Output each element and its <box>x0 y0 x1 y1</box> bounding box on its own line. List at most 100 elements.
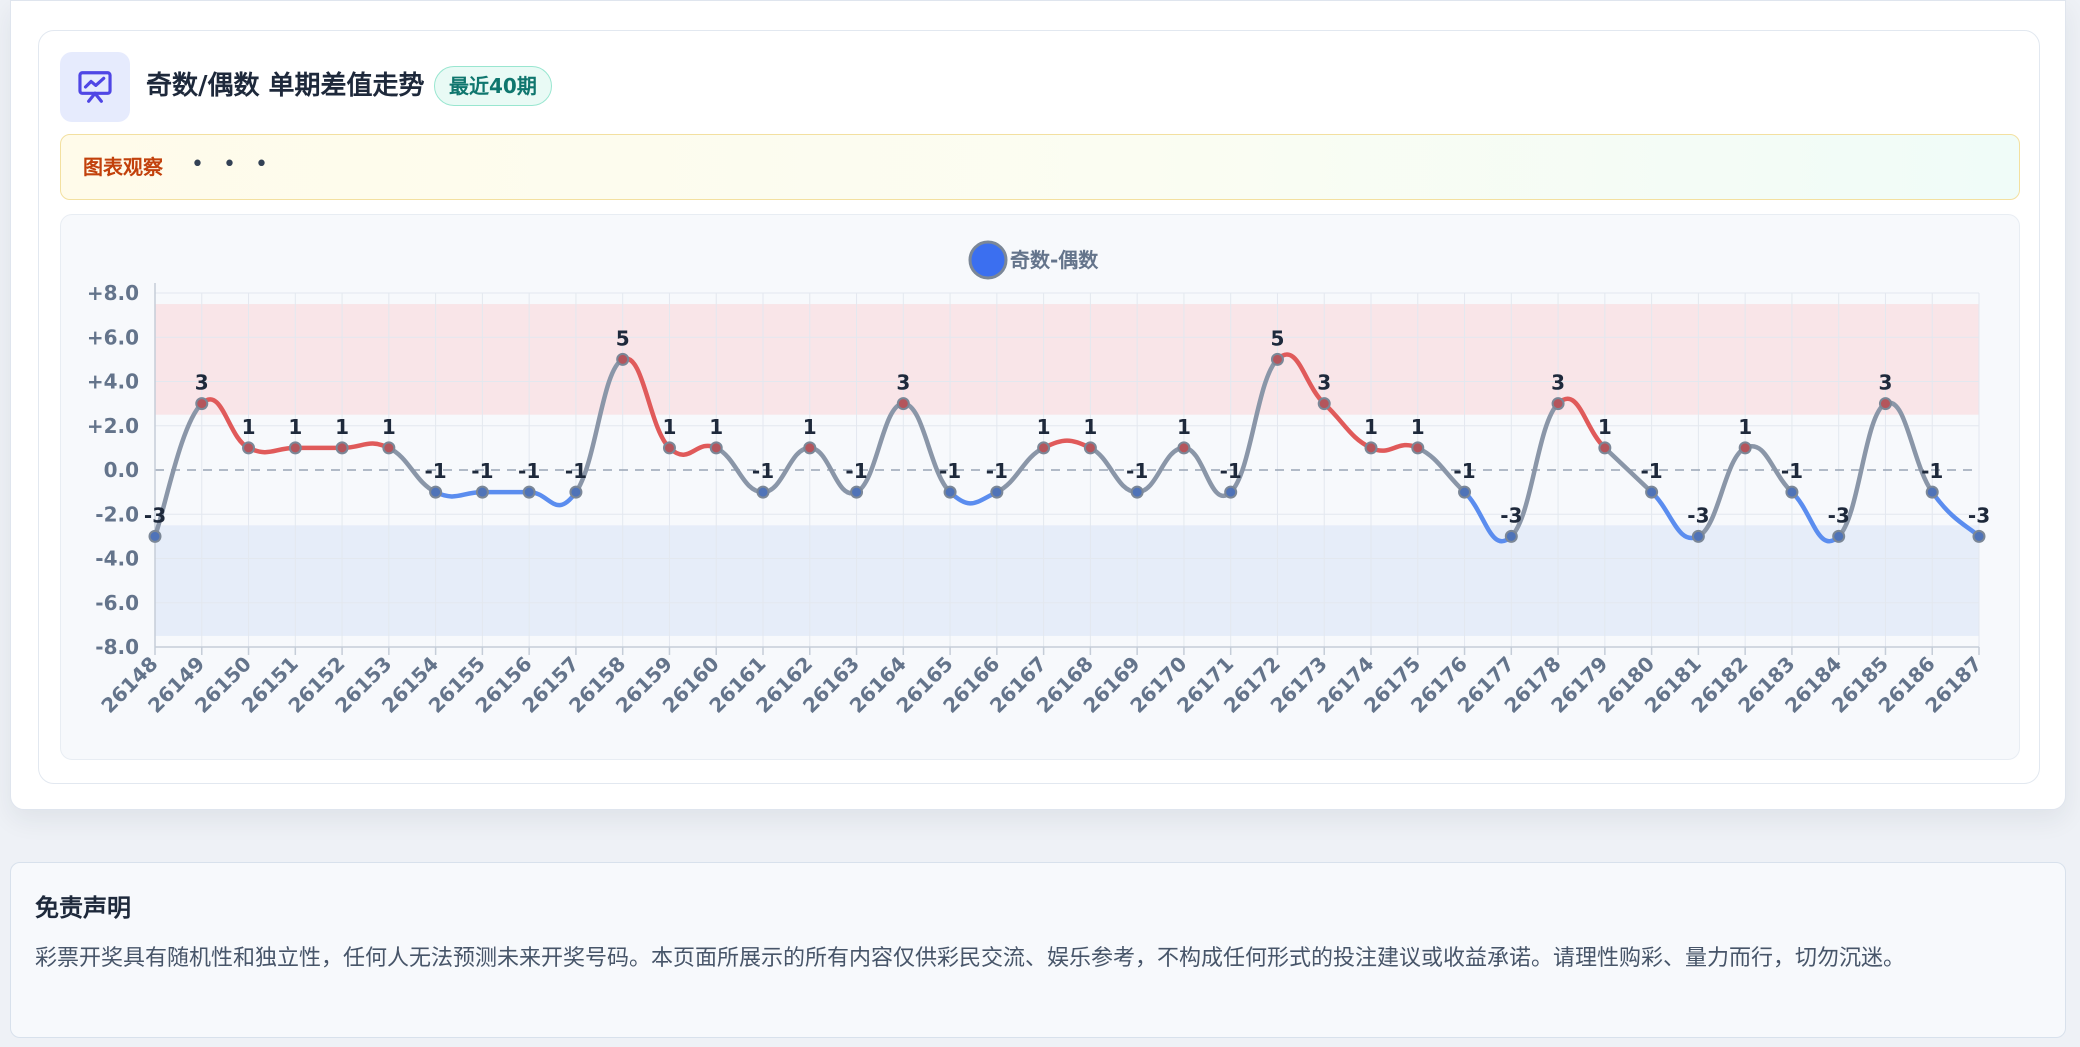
data-point <box>1458 485 1472 499</box>
data-point <box>1177 441 1191 455</box>
data-label: -1 <box>1126 459 1148 483</box>
range-band-1 <box>155 525 1979 636</box>
data-point <box>1832 529 1846 543</box>
data-label: -3 <box>1500 503 1522 527</box>
range-band-0 <box>155 304 1979 415</box>
legend-marker <box>968 240 1008 280</box>
data-point <box>1364 441 1378 455</box>
data-label: -1 <box>1921 459 1943 483</box>
data-point <box>569 485 583 499</box>
data-label: -1 <box>1453 459 1475 483</box>
data-label: 1 <box>803 415 817 439</box>
data-point <box>1504 529 1518 543</box>
data-point <box>1972 529 1986 543</box>
series-segment <box>246 445 298 455</box>
data-point <box>1785 485 1799 499</box>
data-label: 3 <box>1317 371 1331 395</box>
data-label: -1 <box>471 459 493 483</box>
data-point <box>1645 485 1659 499</box>
data-point <box>616 352 630 366</box>
y-tick-label: -2.0 <box>95 502 139 526</box>
data-label: 3 <box>195 371 209 395</box>
data-label: 1 <box>1177 415 1191 439</box>
chart-panel: +8.0 +6.0 +4.0 +2.0 0.0 -2.0 -4.0 -6.0 -8.0 26148… <box>60 214 2020 760</box>
data-point <box>475 485 489 499</box>
chart-observation-bar[interactable]: 图表观察 • • • <box>60 134 2020 200</box>
data-point <box>1037 441 1051 455</box>
data-label: -1 <box>1781 459 1803 483</box>
y-tick-label: -6.0 <box>95 591 139 615</box>
data-label: 1 <box>242 415 256 439</box>
data-point <box>709 441 723 455</box>
data-point <box>662 441 676 455</box>
data-label: -3 <box>1968 503 1990 527</box>
page-title: 奇数/偶数 单期差值走势 <box>146 71 425 101</box>
data-point <box>1925 485 1939 499</box>
series-segment <box>1041 438 1093 451</box>
loading-dots-icon: • • • <box>191 152 274 177</box>
data-point <box>1317 397 1331 411</box>
y-tick-label: +8.0 <box>87 281 139 305</box>
data-point <box>1270 352 1284 366</box>
data-point <box>1691 529 1705 543</box>
data-label: 1 <box>382 415 396 439</box>
data-point <box>1598 441 1612 455</box>
data-point <box>382 441 396 455</box>
data-point <box>195 397 209 411</box>
data-point <box>756 485 770 499</box>
data-point <box>148 529 162 543</box>
data-label: 3 <box>1879 371 1893 395</box>
disclaimer-section: 免责声明 彩票开奖具有随机性和独立性，任何人无法预测未来开奖号码。本页面所展示的… <box>10 862 2066 1038</box>
data-point <box>1130 485 1144 499</box>
data-label: -1 <box>752 459 774 483</box>
disclaimer-title: 免责声明 <box>35 894 131 922</box>
y-tick-label: +4.0 <box>87 370 139 394</box>
series-segment <box>526 489 579 508</box>
data-point <box>850 485 864 499</box>
data-point <box>242 441 256 455</box>
data-label: -3 <box>1828 503 1850 527</box>
data-point <box>522 485 536 499</box>
data-label: 5 <box>616 326 630 350</box>
data-label: 1 <box>1083 415 1097 439</box>
period-badge: 最近40期 <box>434 66 552 106</box>
data-label: 1 <box>1411 415 1425 439</box>
data-label: -1 <box>1220 459 1242 483</box>
data-label: -1 <box>845 459 867 483</box>
data-label: 1 <box>1364 415 1378 439</box>
data-point <box>896 397 910 411</box>
series-segment <box>433 489 485 499</box>
y-tick-label: 0.0 <box>104 458 139 482</box>
data-label: 1 <box>663 415 677 439</box>
line-chart: +8.0+6.0+4.0+2.00.0-2.0-4.0-6.0-8.026148… <box>87 240 1990 718</box>
y-tick-label: +6.0 <box>87 325 139 349</box>
data-label: 3 <box>1551 371 1565 395</box>
data-label: 1 <box>288 415 302 439</box>
data-label: -1 <box>425 459 447 483</box>
data-label: -3 <box>144 503 166 527</box>
data-label: -1 <box>939 459 961 483</box>
series-segment <box>667 443 719 457</box>
data-label: 1 <box>1738 415 1752 439</box>
series-segment <box>947 489 1000 506</box>
data-label: 1 <box>1037 415 1051 439</box>
data-label: -1 <box>565 459 587 483</box>
data-point <box>1738 441 1752 455</box>
y-tick-label: +2.0 <box>87 414 139 438</box>
series-segment <box>1368 442 1421 453</box>
data-label: 3 <box>896 371 910 395</box>
data-label: -1 <box>1641 459 1663 483</box>
data-point <box>943 485 957 499</box>
data-label: 1 <box>335 415 349 439</box>
data-label: -1 <box>986 459 1008 483</box>
data-label: 5 <box>1271 326 1285 350</box>
data-label: -1 <box>518 459 540 483</box>
observation-label: 图表观察 <box>83 155 163 179</box>
data-point <box>803 441 817 455</box>
data-point <box>990 485 1004 499</box>
data-point <box>1411 441 1425 455</box>
series-segment <box>339 441 392 451</box>
data-point <box>1083 441 1097 455</box>
y-tick-label: -8.0 <box>95 635 139 659</box>
data-point <box>429 485 443 499</box>
